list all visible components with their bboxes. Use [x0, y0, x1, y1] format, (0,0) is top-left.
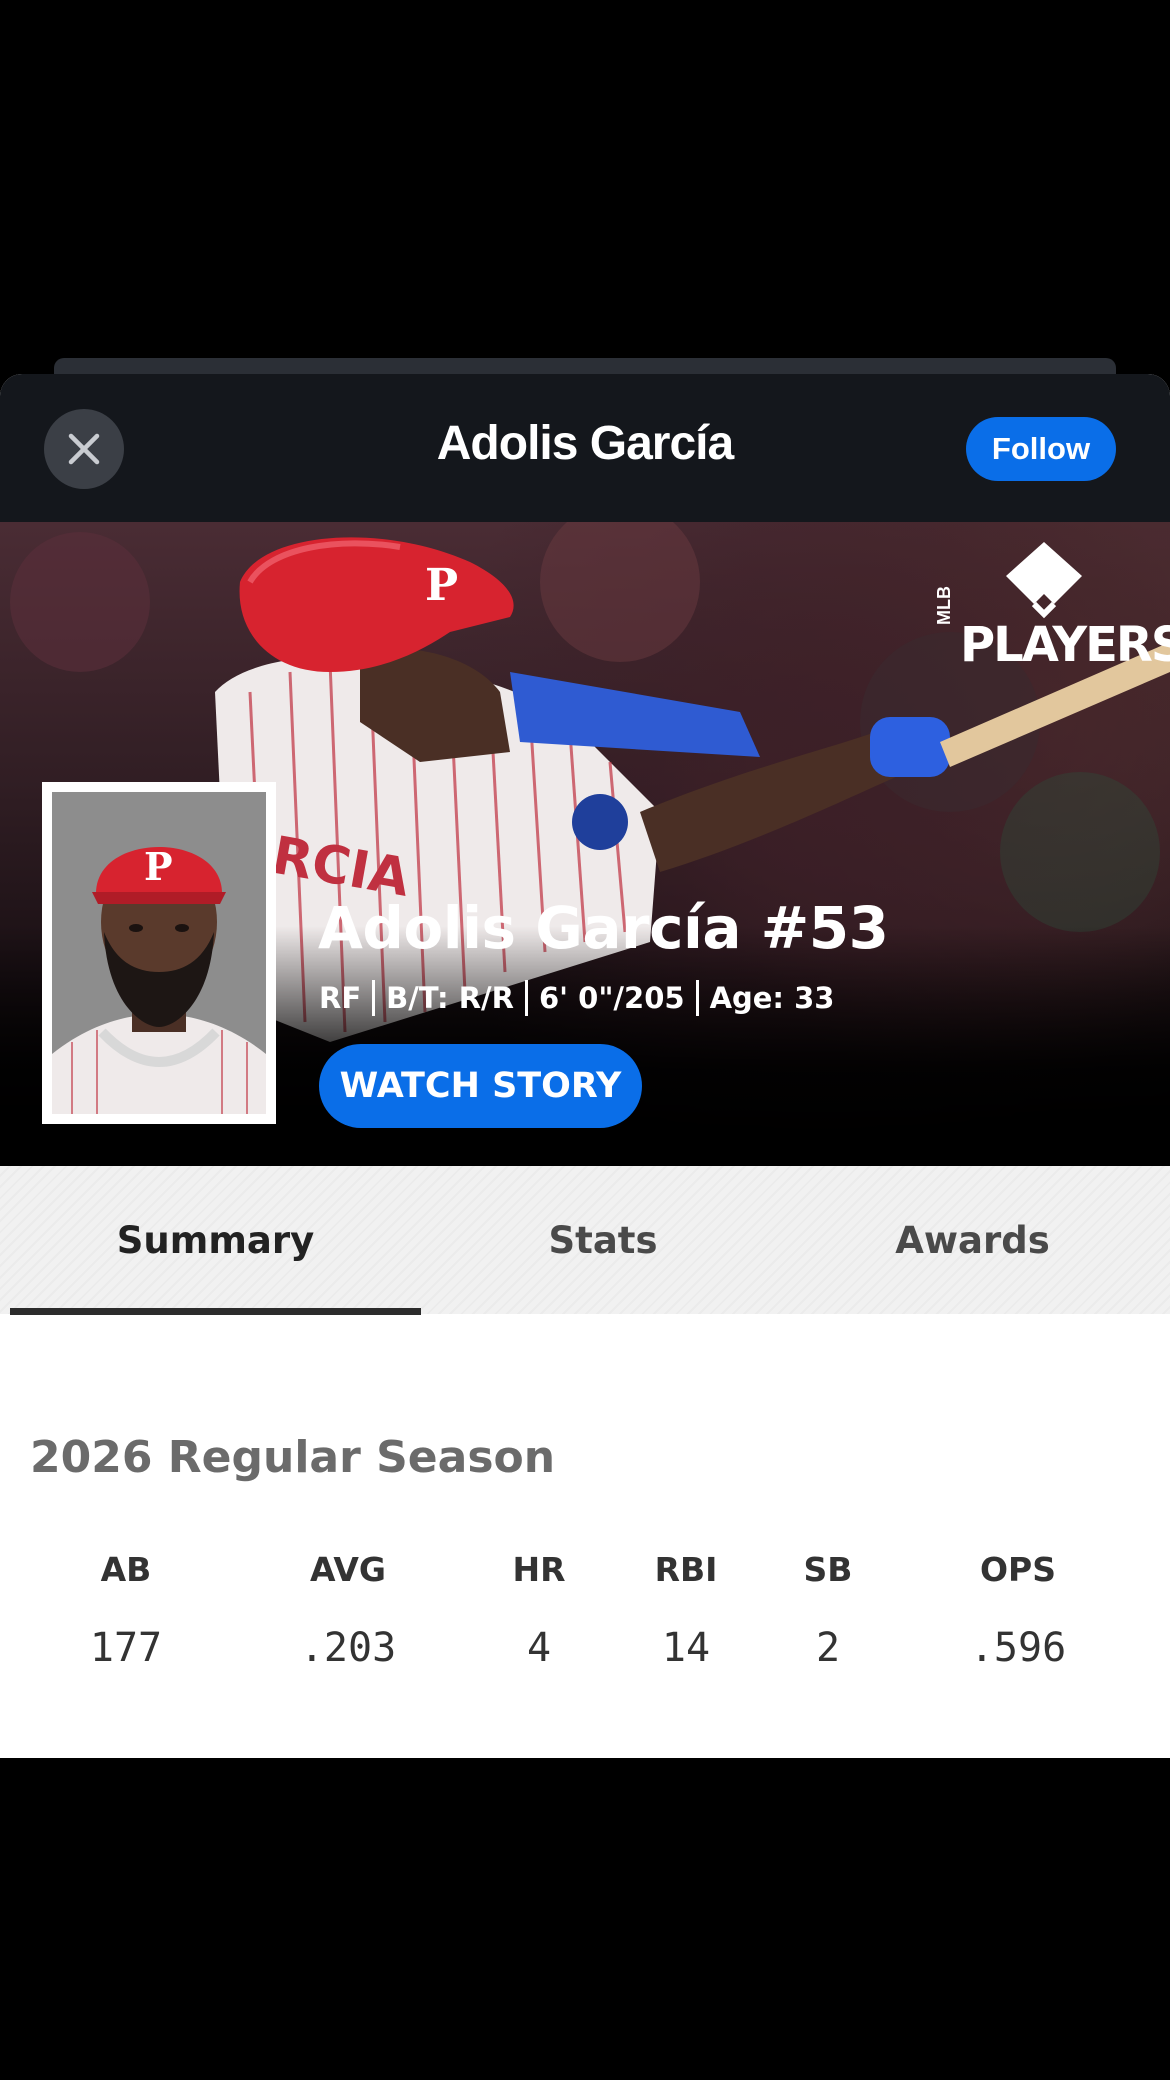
- player-bio: RF B/T: R/R 6' 0"/205 Age: 33: [319, 980, 834, 1016]
- active-tab-indicator: [10, 1308, 421, 1315]
- sheet-peek: [54, 358, 1116, 374]
- stat-value: 2: [815, 1625, 841, 1671]
- bio-bats-throws: B/T: R/R: [386, 981, 514, 1015]
- season-title: 2026 Regular Season: [30, 1432, 556, 1483]
- stat-avg: AVG .203: [268, 1550, 428, 1671]
- stat-value: .203: [299, 1625, 397, 1671]
- top-bar: Adolis García Follow: [0, 374, 1170, 522]
- stat-label: AVG: [310, 1550, 386, 1589]
- watch-story-button[interactable]: WATCH STORY: [319, 1044, 642, 1128]
- stat-rbi: RBI 14: [606, 1550, 766, 1671]
- bio-age: Age: 33: [709, 981, 835, 1015]
- stat-label: AB: [100, 1550, 152, 1589]
- stat-hr: HR 4: [459, 1550, 619, 1671]
- tab-summary[interactable]: Summary: [10, 1166, 421, 1314]
- tab-stats[interactable]: Stats: [421, 1166, 785, 1314]
- bio-divider: [524, 980, 528, 1016]
- stat-value: 14: [661, 1625, 711, 1671]
- stat-ab: AB 177: [46, 1550, 206, 1671]
- tab-awards[interactable]: Awards: [785, 1166, 1160, 1314]
- tab-bar: Summary Stats Awards: [0, 1166, 1170, 1314]
- player-name: Adolis García #53: [318, 894, 889, 962]
- follow-button[interactable]: Follow: [966, 417, 1116, 481]
- player-sheet: Adolis García Follow P RCIA MLB PLAYERS …: [0, 374, 1170, 1758]
- stat-label: OPS: [979, 1550, 1056, 1589]
- stat-label: HR: [512, 1550, 566, 1589]
- svg-text:P: P: [144, 844, 173, 889]
- bio-divider: [695, 980, 699, 1016]
- player-headshot: P: [42, 782, 276, 1124]
- stat-value: 177: [89, 1625, 163, 1671]
- mlb-logo-text: PLAYERS: [960, 617, 1170, 673]
- stat-label: SB: [803, 1550, 853, 1589]
- mlb-logo-small-text: MLB: [934, 586, 954, 625]
- bio-position: RF: [319, 981, 362, 1015]
- stat-label: RBI: [654, 1550, 718, 1589]
- stat-value: 4: [526, 1625, 552, 1671]
- headshot-image: P: [52, 792, 266, 1114]
- stat-sb: SB 2: [748, 1550, 908, 1671]
- svg-text:P: P: [425, 560, 458, 611]
- stat-value: .596: [969, 1625, 1067, 1671]
- bio-divider: [372, 980, 376, 1016]
- stat-ops: OPS .596: [938, 1550, 1098, 1671]
- bio-height-weight: 6' 0"/205: [538, 981, 685, 1015]
